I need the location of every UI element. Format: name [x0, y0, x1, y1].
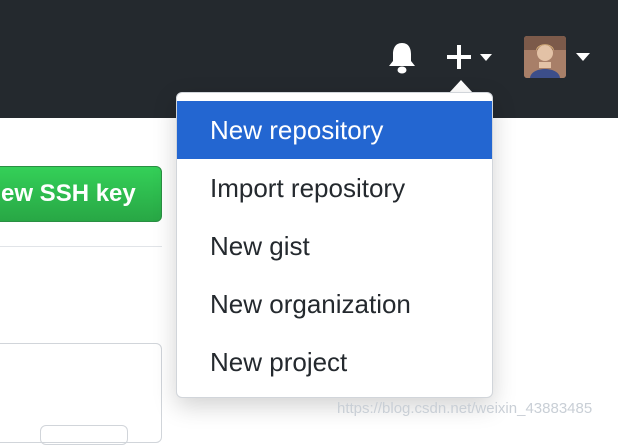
bell-icon [389, 43, 415, 74]
menu-item-label: New project [210, 346, 348, 377]
menu-item-label: New repository [210, 114, 384, 145]
plus-icon [447, 45, 471, 69]
avatar [524, 36, 566, 78]
panel-button[interactable] [40, 425, 128, 445]
watermark-text: https://blog.csdn.net/weixin_43883485 [337, 400, 593, 417]
menu-item-import-repository[interactable]: Import repository [177, 159, 492, 217]
notifications-bell-icon[interactable] [386, 40, 418, 74]
menu-item-new-organization[interactable]: New organization [177, 275, 492, 333]
user-photo [524, 36, 566, 78]
menu-item-label: New gist [210, 230, 310, 261]
user-menu-button[interactable] [524, 36, 594, 78]
menu-item-new-gist[interactable]: New gist [177, 217, 492, 275]
new-ssh-key-button[interactable]: ew SSH key [0, 166, 162, 222]
create-new-dropdown-menu: New repository Import repository New gis… [176, 92, 493, 398]
create-new-button[interactable] [444, 40, 496, 74]
caret-down-icon [480, 53, 492, 61]
menu-item-new-project[interactable]: New project [177, 333, 492, 391]
divider [0, 246, 162, 247]
menu-item-new-repository[interactable]: New repository [177, 101, 492, 159]
menu-item-label: Import repository [210, 172, 406, 203]
ssh-button-label: ew SSH key [1, 180, 136, 207]
caret-down-icon [576, 53, 590, 61]
menu-item-label: New organization [210, 288, 411, 319]
